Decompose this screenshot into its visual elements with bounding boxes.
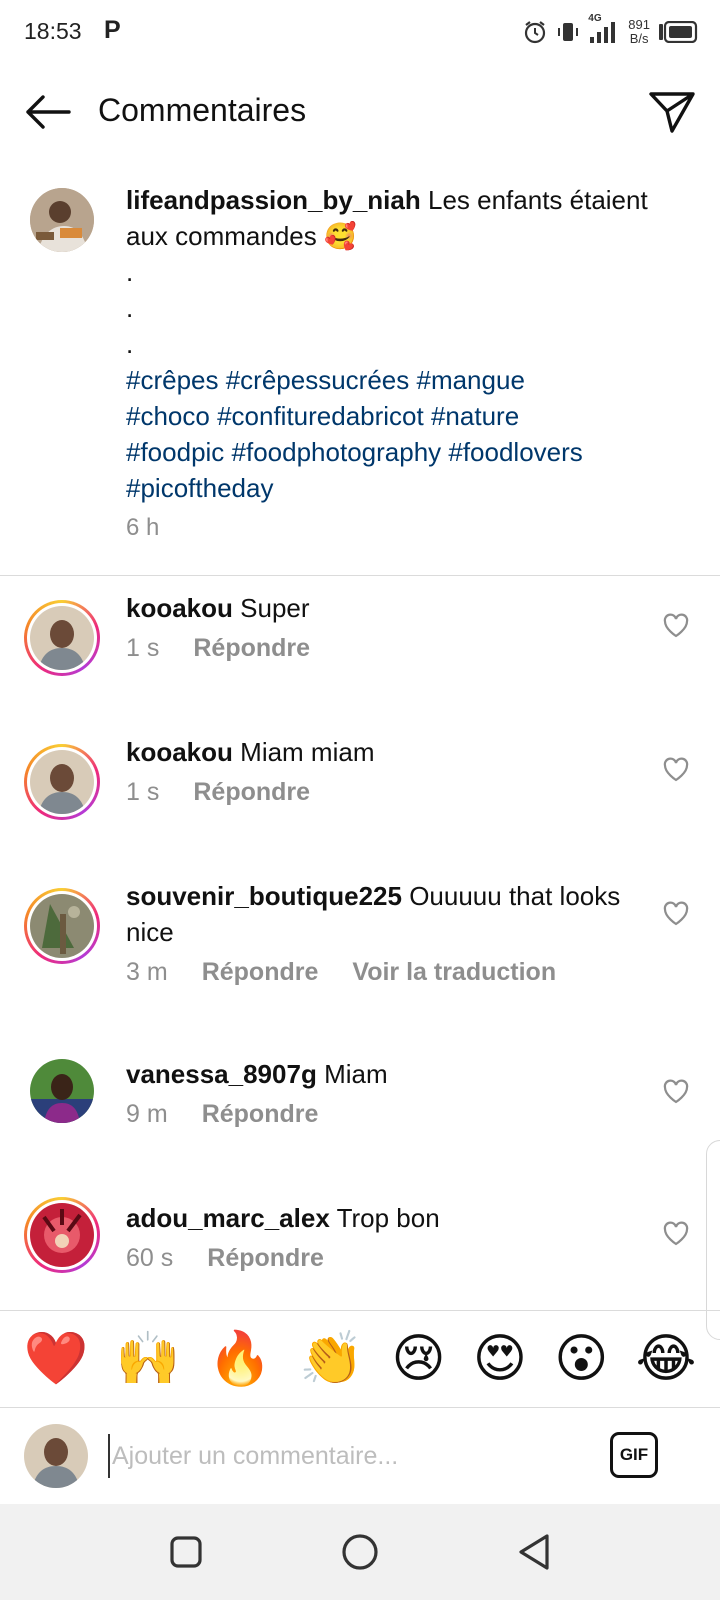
reply-button[interactable]: Répondre [202,1100,319,1129]
emoji-crying-button[interactable]: 😢 [391,1329,445,1389]
status-icons: 4G 891 B/s [522,13,698,50]
emoji-laughing-button[interactable]: 😂 [636,1329,697,1389]
reply-button[interactable]: Répondre [193,634,310,663]
home-button[interactable] [334,1526,386,1578]
comment-body: Miam miam [240,737,375,767]
comment-time: 1 s [126,778,160,806]
share-button[interactable] [644,84,700,140]
avatar [24,1424,88,1488]
reply-button[interactable]: Répondre [207,1244,324,1273]
comment-body: Trop bon [336,1203,440,1233]
comment-text: kooakou Miam miam [126,734,646,770]
back-nav-button[interactable] [508,1526,560,1578]
comment-item: adou_marc_alex Trop bon 60 s Répondre [0,1197,720,1310]
comment-meta: 3 m Répondre Voir la traduction [126,958,556,987]
comment-input[interactable] [108,1434,578,1478]
comment-text: kooakou Super [126,590,646,626]
status-time: 18:53 [24,18,82,44]
gif-button[interactable]: GIF [610,1432,658,1478]
net-speed-unit: B/s [629,31,649,46]
avatar[interactable] [24,888,100,964]
comment-text: adou_marc_alex Trop bon [126,1200,646,1236]
alarm-icon [522,19,548,45]
emoji-surprised-button[interactable]: 😮 [554,1329,608,1389]
hashtag-line[interactable]: #foodpic #foodphotography #foodlovers [126,434,686,470]
emoji-clapping-button[interactable]: 👏 [299,1329,364,1389]
comment-text: vanessa_8907g Miam [126,1056,646,1092]
heart-icon[interactable] [662,1220,690,1248]
reply-button[interactable]: Répondre [193,778,310,807]
avatar[interactable] [30,188,94,252]
page-title: Commentaires [98,92,307,128]
comment-body: Super [240,593,310,623]
caption-dot: . [126,329,134,359]
caption-dot: . [126,257,134,287]
comment-composer: GIF [0,1408,720,1504]
comment-item: kooakou Super 1 s Répondre [0,590,720,720]
emoji-heart-button[interactable]: ❤️ [24,1329,89,1389]
battery-icon [658,21,698,43]
heart-icon[interactable] [662,756,690,784]
hashtag-line[interactable]: #picoftheday [126,470,686,506]
hashtags: #crêpes #crêpessucrées #mangue #choco #c… [126,362,686,506]
back-button[interactable] [20,86,74,138]
hashtag-line[interactable]: #choco #confituredabricot #nature [126,398,686,434]
recents-button[interactable] [160,1526,212,1578]
comment-username[interactable]: kooakou [126,737,233,767]
send-icon [649,92,695,133]
avatar[interactable] [24,744,100,820]
circle-icon [342,1534,378,1570]
triangle-back-icon [519,1534,549,1570]
comment-meta: 60 s Répondre [126,1244,324,1273]
heart-icon[interactable] [662,1078,690,1106]
back-arrow-icon [26,95,71,129]
square-icon [170,1536,202,1568]
avatar[interactable] [24,1197,100,1273]
notification-p-icon: P [104,16,121,44]
comment-body: Miam [324,1059,388,1089]
status-bar: 18:53 P 4G 891 B/s [0,0,720,64]
emoji-bar: ❤️ 🙌 🔥 👏 😢 😍 😮 😂 [0,1310,720,1408]
network-type: 4G [588,13,602,24]
comment-username[interactable]: souvenir_boutique225 [126,881,402,911]
comment-text: souvenir_boutique225 Ouuuuu that looks n… [126,878,646,950]
comment-item: kooakou Miam miam 1 s Répondre [0,734,720,864]
avatar[interactable] [30,1059,94,1123]
comment-time: 9 m [126,1100,168,1128]
net-speed-value: 891 [628,17,650,32]
hashtag-line[interactable]: #crêpes #crêpessucrées #mangue [126,362,686,398]
emoji-raising-hands-button[interactable]: 🙌 [116,1329,181,1389]
header: Commentaires [0,72,720,152]
vibrate-icon [556,20,580,44]
net-speed: 891 B/s [628,18,650,46]
comment-item: vanessa_8907g Miam 9 m Répondre [0,1056,720,1186]
heart-icon[interactable] [662,900,690,928]
comment-meta: 1 s Répondre [126,778,310,807]
system-nav-bar [0,1504,720,1600]
comment-time: 1 s [126,634,160,662]
avatar[interactable] [24,600,100,676]
post-time: 6 h [126,514,160,541]
caption-dot: . [126,293,134,323]
comment-time: 60 s [126,1244,174,1272]
post-username[interactable]: lifeandpassion_by_niah [126,185,421,215]
heart-icon[interactable] [662,612,690,640]
reply-button[interactable]: Répondre [202,958,319,987]
comment-time: 3 m [126,958,168,986]
comment-meta: 9 m Répondre [126,1100,318,1129]
post-caption: lifeandpassion_by_niah Les enfants étaie… [0,176,720,576]
comment-username[interactable]: kooakou [126,593,233,623]
comment-meta: 1 s Répondre [126,634,310,663]
comment-item: souvenir_boutique225 Ouuuuu that looks n… [0,878,720,1028]
emoji-heart-eyes-button[interactable]: 😍 [473,1329,527,1389]
emoji-fire-button[interactable]: 🔥 [207,1329,272,1389]
comment-username[interactable]: adou_marc_alex [126,1203,330,1233]
comment-username[interactable]: vanessa_8907g [126,1059,317,1089]
see-translation-button[interactable]: Voir la traduction [352,958,556,987]
signal-4g-icon: 4G [588,13,620,45]
caption-text: lifeandpassion_by_niah Les enfants étaie… [126,182,686,506]
